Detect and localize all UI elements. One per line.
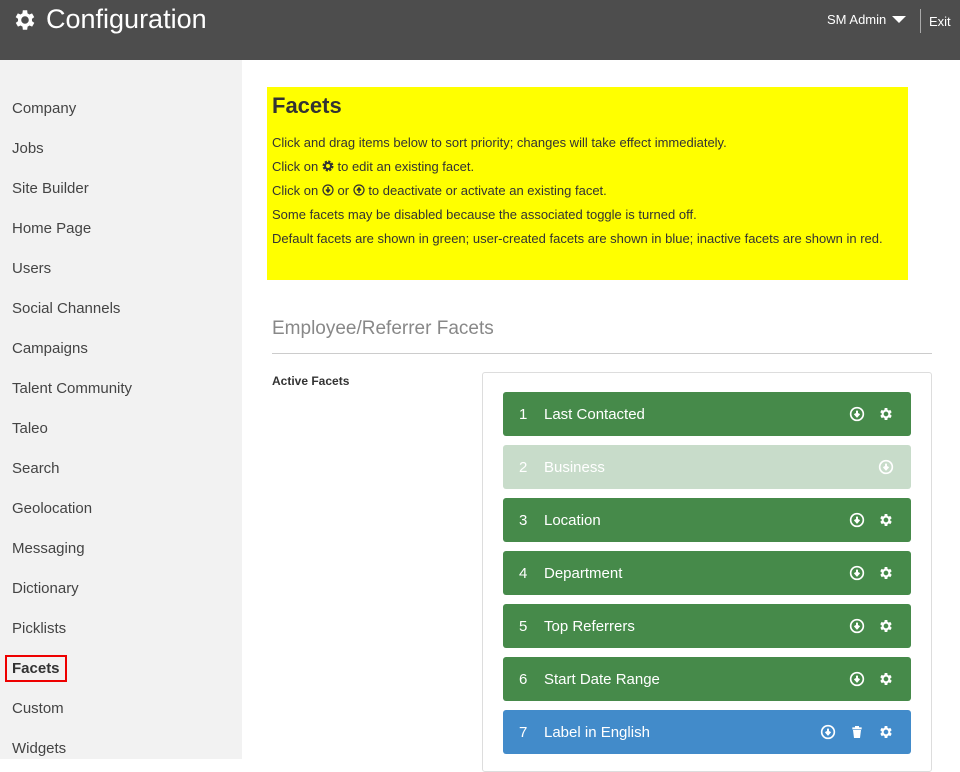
instruction-line: Click on to edit an existing facet. [272,155,903,179]
facet-actions [820,724,911,740]
facet-number: 2 [519,458,528,476]
instructions-panel: Facets Click and drag items below to sor… [267,87,908,280]
instruction-line: Click on or to deactivate or activate an… [272,179,903,203]
sidebar-item-picklists[interactable]: Picklists [12,620,66,637]
caret-down-icon [892,16,907,23]
facet-name: Top Referrers [544,617,635,635]
facet-item[interactable]: 3 Location [503,498,911,542]
deactivate-icon[interactable] [849,618,865,634]
deactivate-icon[interactable] [849,406,865,422]
text: Click on [272,183,319,198]
gear-icon[interactable] [878,512,894,528]
facet-name: Department [544,564,623,582]
user-name: SM Admin [827,12,887,27]
gear-icon[interactable] [878,406,894,422]
instruction-line: Default facets are shown in green; user-… [272,231,883,246]
deactivate-icon[interactable] [820,724,836,740]
gear-icon[interactable] [878,618,894,634]
sidebar-item-geolocation[interactable]: Geolocation [12,500,92,517]
text: to deactivate or activate an existing fa… [368,183,607,198]
facet-number: 1 [519,405,528,423]
facet-item[interactable]: 7 Label in English [503,710,911,754]
active-facets-label: Active Facets [272,374,350,388]
gear-icon[interactable] [878,671,894,687]
gear-icon[interactable] [878,565,894,581]
divider [920,9,921,33]
sidebar-item-custom[interactable]: Custom [12,700,64,717]
facet-name: Business [544,458,605,476]
arrow-up-circle-icon [353,184,365,196]
sidebar-item-site-builder[interactable]: Site Builder [12,180,89,197]
facet-name: Last Contacted [544,405,645,423]
user-menu[interactable]: SM Admin [827,12,907,27]
deactivate-icon[interactable] [849,671,865,687]
facet-item[interactable]: 1 Last Contacted [503,392,911,436]
sidebar-item-users[interactable]: Users [12,260,51,277]
sidebar-item-messaging[interactable]: Messaging [12,540,85,557]
text: to edit an existing facet. [337,159,475,174]
sidebar-item-talent-community[interactable]: Talent Community [12,380,132,397]
deactivate-icon[interactable] [849,565,865,581]
sidebar: Company Jobs Site Builder Home Page Users Soc… [0,60,242,759]
sidebar-item-company[interactable]: Company [12,100,76,117]
facet-number: 5 [519,617,528,635]
facet-item[interactable]: 2 Business [503,445,911,489]
section-title: Employee/Referrer Facets [272,318,494,339]
sidebar-item-widgets[interactable]: Widgets [12,740,66,757]
sidebar-item-taleo[interactable]: Taleo [12,420,48,437]
sidebar-item-jobs[interactable]: Jobs [12,140,44,157]
exit-link[interactable]: Exit [929,14,951,29]
facet-name: Start Date Range [544,670,660,688]
gear-icon[interactable] [878,724,894,740]
sidebar-item-campaigns[interactable]: Campaigns [12,340,88,357]
trash-icon[interactable] [849,724,865,740]
facet-actions [849,512,911,528]
divider [272,353,932,354]
facet-number: 3 [519,511,528,529]
sidebar-item-home-page[interactable]: Home Page [12,220,91,237]
facet-item[interactable]: 4 Department [503,551,911,595]
sidebar-item-facets[interactable]: Facets [5,655,67,682]
facet-actions [849,671,911,687]
page-title: Configuration [12,4,207,35]
title-text: Configuration [46,4,207,34]
facet-actions [878,459,911,475]
gear-icon [322,160,334,172]
facet-actions [849,565,911,581]
facets-heading: Facets [272,93,342,118]
sidebar-item-dictionary[interactable]: Dictionary [12,580,79,597]
facet-number: 4 [519,564,528,582]
deactivate-icon[interactable] [849,512,865,528]
text: Click on [272,159,319,174]
facet-item[interactable]: 6 Start Date Range [503,657,911,701]
facet-item[interactable]: 5 Top Referrers [503,604,911,648]
instruction-line: Some facets may be disabled because the … [272,207,697,222]
instruction-line: Click and drag items below to sort prior… [272,135,727,150]
facet-number: 6 [519,670,528,688]
sidebar-item-search[interactable]: Search [12,460,60,477]
text: or [337,183,350,198]
facet-number: 7 [519,723,528,741]
facet-actions [849,618,911,634]
facet-name: Label in English [544,723,650,741]
gear-icon [15,9,35,30]
top-header: Configuration SM Admin Exit [0,0,960,60]
facet-name: Location [544,511,601,529]
deactivate-icon[interactable] [878,459,894,475]
sidebar-item-social-channels[interactable]: Social Channels [12,300,120,317]
arrow-down-circle-icon [322,184,334,196]
facet-actions [849,406,911,422]
